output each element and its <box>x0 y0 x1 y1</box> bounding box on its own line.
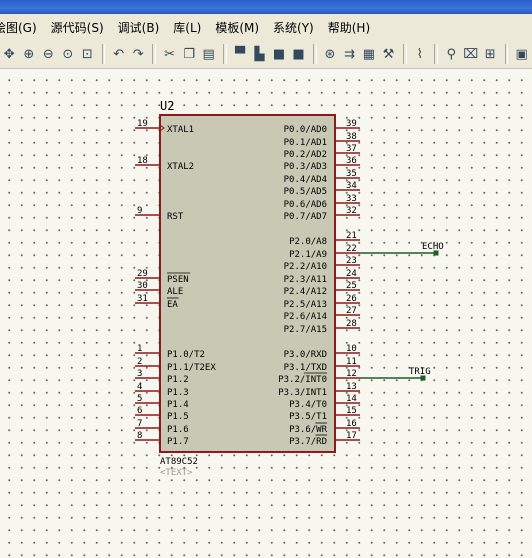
pin-number: 13 <box>346 382 357 392</box>
pin-name: P1.6 <box>167 425 189 435</box>
component-ref: U2 <box>160 99 174 113</box>
pin-name: P3.0/RXD <box>284 350 327 360</box>
pin-name: ALE <box>167 287 183 297</box>
pin-number: 39 <box>346 119 357 129</box>
pin-number: 15 <box>346 406 357 416</box>
pin-number: 4 <box>137 382 142 392</box>
pin-name: P2.7/A15 <box>284 325 327 335</box>
pin-name: PSEN <box>167 275 189 285</box>
pin-name: P1.4 <box>167 400 189 410</box>
pin-number: 5 <box>137 394 142 404</box>
pin-name: P3.6/WR <box>289 425 328 435</box>
pin-number: 14 <box>346 394 357 404</box>
pin-number: 19 <box>137 119 148 129</box>
pin-number: 2 <box>137 357 142 367</box>
pin-name: P0.7/AD7 <box>284 212 327 222</box>
pin-name: P1.5 <box>167 412 189 422</box>
pin-number: 6 <box>137 406 142 416</box>
pin-name: P2.3/A11 <box>284 275 327 285</box>
pin-name: P0.1/AD1 <box>284 138 327 148</box>
pin-number: 21 <box>346 231 357 241</box>
pin-number: 28 <box>346 319 357 329</box>
pin-number: 38 <box>346 132 357 142</box>
pin-name: RST <box>167 212 184 222</box>
pin-name: P1.3 <box>167 388 189 398</box>
pin-number: 27 <box>346 306 357 316</box>
pin-number: 36 <box>346 156 357 166</box>
pin-name: P1.0/T2 <box>167 350 205 360</box>
schematic-drawing: U2 AT89C52 <TEXT> 19XTAL118XTAL29RST29PS… <box>135 99 444 478</box>
pin-name: P0.2/AD2 <box>284 150 327 160</box>
pin-name: XTAL1 <box>167 125 194 135</box>
pin-number: 17 <box>346 431 357 441</box>
pin-number: 22 <box>346 244 357 254</box>
pin-name: P3.4/T0 <box>289 400 327 410</box>
pin-number: 10 <box>346 344 357 354</box>
pin-number: 32 <box>346 206 357 216</box>
pin-number: 25 <box>346 281 357 291</box>
component-part-name: AT89C52 <box>160 457 198 467</box>
pin-number: 8 <box>137 431 142 441</box>
pin-number: 35 <box>346 169 357 179</box>
pin-name: EA <box>167 300 178 310</box>
pin-number: 34 <box>346 181 357 191</box>
pin-name: P3.7/RD <box>289 437 327 447</box>
pin-name: P3.5/T1 <box>289 412 327 422</box>
pin-name: P0.0/AD0 <box>284 125 327 135</box>
component-text-placeholder: <TEXT> <box>160 468 193 478</box>
pin-number: 23 <box>346 256 357 266</box>
pin-number: 16 <box>346 419 357 429</box>
pin-number: 1 <box>137 344 142 354</box>
net-label: ECHO <box>422 242 444 252</box>
pin-name: P2.1/A9 <box>289 250 327 260</box>
pin-name: XTAL2 <box>167 162 194 172</box>
pin-number: 26 <box>346 294 357 304</box>
pin-name: P0.6/AD6 <box>284 200 327 210</box>
pin-name: P3.1/TXD <box>284 363 327 373</box>
net-trig[interactable]: TRIG <box>360 367 431 381</box>
pin-number: 7 <box>137 419 142 429</box>
pin-name: P2.5/A13 <box>284 300 327 310</box>
pin-number: 30 <box>137 281 148 291</box>
pin-number: 29 <box>137 269 148 279</box>
pin-name: P1.1/T2EX <box>167 363 216 373</box>
pin-name: P0.3/AD3 <box>284 162 327 172</box>
pin-number: 18 <box>137 156 148 166</box>
pin-name: P3.3/INT1 <box>278 388 327 398</box>
net-echo[interactable]: ECHO <box>360 242 444 256</box>
pin-name: P2.0/A8 <box>289 237 327 247</box>
pin-number: 33 <box>346 194 357 204</box>
pin-name: P0.4/AD4 <box>284 175 327 185</box>
pin-name: P3.2/INT0 <box>278 375 327 385</box>
pin-number: 9 <box>137 206 142 216</box>
pin-name: P2.2/A10 <box>284 262 327 272</box>
pin-number: 24 <box>346 269 357 279</box>
pin-name: P2.4/A12 <box>284 287 327 297</box>
pin-number: 37 <box>346 144 357 154</box>
pin-name: P1.7 <box>167 437 189 447</box>
pin-number: 31 <box>137 294 148 304</box>
pin-number: 11 <box>346 357 357 367</box>
pin-name: P1.2 <box>167 375 189 385</box>
net-label: TRIG <box>409 367 431 377</box>
pin-number: 12 <box>346 369 357 379</box>
pin-name: P2.6/A14 <box>284 312 327 322</box>
pin-name: P0.5/AD5 <box>284 187 327 197</box>
pin-number: 3 <box>137 369 142 379</box>
